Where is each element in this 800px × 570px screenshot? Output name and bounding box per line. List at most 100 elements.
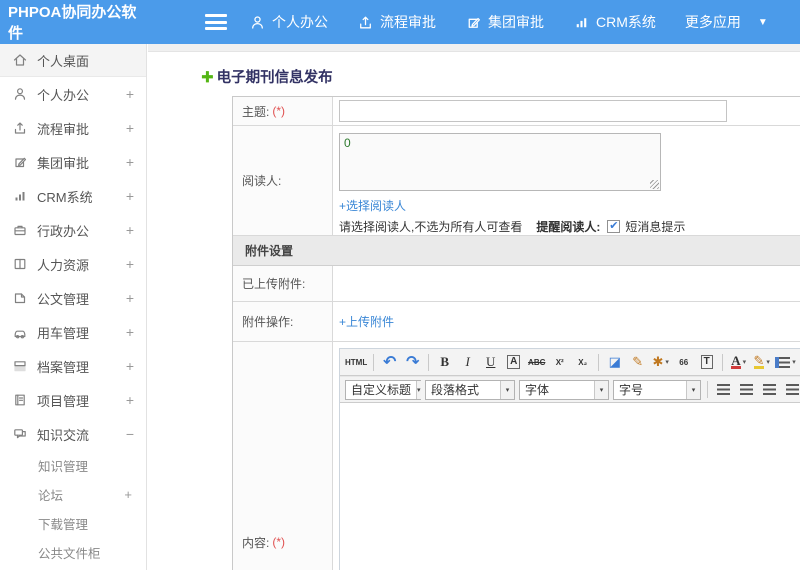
sidebar-subitem-1[interactable]: 论坛 +: [0, 480, 146, 509]
expand-icon[interactable]: +: [126, 120, 134, 136]
menu-toggle-button[interactable]: [205, 14, 227, 30]
person-icon: [12, 86, 28, 102]
expand-icon[interactable]: +: [126, 324, 134, 340]
topnav-label: 更多应用: [684, 14, 741, 30]
sidebar-item-7[interactable]: 公文管理 +: [0, 281, 146, 315]
font-color-button[interactable]: A ▾: [728, 352, 749, 373]
eraser-button[interactable]: ◪: [604, 352, 625, 373]
sidebar-item-9[interactable]: 档案管理 +: [0, 349, 146, 383]
select-readers-link[interactable]: +选择阅读人: [339, 197, 406, 214]
italic-button[interactable]: I: [457, 352, 478, 373]
html-source-button[interactable]: HTML: [344, 352, 368, 373]
undo-button[interactable]: ↶: [379, 352, 400, 373]
font-family-select[interactable]: 字体 ▾: [519, 379, 609, 400]
paste-text-button[interactable]: T: [696, 352, 717, 373]
dropdown-caret-icon: ▾: [742, 359, 747, 366]
topnav-item-1[interactable]: 流程审批: [357, 12, 436, 32]
bold-button[interactable]: B: [434, 352, 455, 373]
sidebar-item-2[interactable]: 流程审批 +: [0, 111, 146, 145]
expand-icon[interactable]: +: [126, 392, 134, 408]
font-size-select[interactable]: 字号 ▾: [613, 379, 701, 400]
expand-icon[interactable]: +: [126, 188, 134, 204]
paste-text-icon: T: [700, 355, 713, 369]
sidebar-item-0[interactable]: 个人桌面: [0, 44, 146, 77]
justify-button[interactable]: [782, 379, 800, 400]
sidebar-subitem-0[interactable]: 知识管理: [0, 451, 146, 480]
sidebar-item-6[interactable]: 人力资源 +: [0, 247, 146, 281]
align-center-button[interactable]: [736, 379, 757, 400]
attachment-action-row: 附件操作: +上传附件: [233, 302, 800, 342]
sidebar-item-3[interactable]: 集团审批 +: [0, 145, 146, 179]
resize-grip-icon[interactable]: [650, 180, 659, 189]
subject-row: 主题: (*): [233, 97, 800, 126]
sidebar-item-8[interactable]: 用车管理 +: [0, 315, 146, 349]
highlight-color-button[interactable]: ✎ ▾: [751, 352, 772, 373]
collapse-icon[interactable]: −: [126, 426, 134, 442]
custom-title-select[interactable]: 自定义标题 ▾: [345, 379, 421, 400]
sidebar-subitem-3[interactable]: 公共文件柜: [0, 538, 146, 567]
flow-icon: [12, 120, 28, 136]
align-left-icon: [717, 384, 730, 395]
sidebar-subitem-2[interactable]: 下载管理: [0, 509, 146, 538]
paragraph-format-select[interactable]: 段落格式 ▾: [425, 379, 515, 400]
sidebar-item-11[interactable]: 知识交流 −: [0, 417, 146, 451]
toolbar-separator: [707, 381, 708, 398]
uploaded-attachments-label: 已上传附件:: [242, 277, 306, 291]
topnav-item-2[interactable]: 集团审批: [465, 12, 544, 32]
editor-canvas[interactable]: [340, 403, 800, 570]
expand-icon[interactable]: +: [126, 222, 134, 238]
content-top-strip: [148, 44, 800, 52]
sidebar-subitem-label: 下载管理: [38, 518, 89, 532]
sms-remind-label: 短消息提示: [625, 220, 686, 234]
sidebar-item-label: 公文管理: [37, 291, 90, 307]
expand-icon[interactable]: +: [124, 487, 132, 502]
book-icon: [12, 256, 28, 272]
sidebar-item-10[interactable]: 项目管理 +: [0, 383, 146, 417]
subject-input[interactable]: [339, 100, 727, 122]
upload-attachment-link[interactable]: +上传附件: [339, 313, 394, 330]
sidebar-item-1[interactable]: 个人办公 +: [0, 77, 146, 111]
subject-label-cell: 主题: (*): [233, 97, 333, 125]
strikethrough-icon: ABC: [528, 357, 546, 367]
ordered-list-button[interactable]: ▾: [774, 352, 797, 373]
blockquote-button[interactable]: 66: [673, 352, 694, 373]
plus-icon: ✚: [201, 68, 214, 86]
sidebar-item-label: 档案管理: [37, 359, 90, 375]
edit-icon: [465, 14, 482, 31]
align-right-button[interactable]: [759, 379, 780, 400]
dropdown-caret-icon: ▾: [792, 359, 796, 366]
auto-typeset-button[interactable]: ✱ ▾: [650, 352, 671, 373]
expand-icon[interactable]: +: [126, 290, 134, 306]
topnav-item-3[interactable]: CRM系统: [573, 12, 656, 32]
expand-icon[interactable]: +: [126, 86, 134, 102]
topnav-label: 流程审批: [380, 14, 436, 30]
toolbar-separator: [722, 353, 724, 371]
font-border-icon: A: [507, 355, 521, 369]
top-nav: 个人办公 流程审批 集团审批 CRM系统 更多应用: [249, 12, 770, 32]
content-required-mark: (*): [272, 535, 286, 549]
sidebar-item-5[interactable]: 行政办公 +: [0, 213, 146, 247]
readers-label-cell: 阅读人:: [233, 126, 333, 235]
superscript-button[interactable]: X²: [549, 352, 570, 373]
sms-remind-checkbox[interactable]: ✔: [607, 220, 621, 233]
topnav-item-0[interactable]: 个人办公: [249, 12, 328, 32]
expand-icon[interactable]: +: [126, 154, 134, 170]
readers-textarea[interactable]: 0: [339, 133, 661, 191]
topnav-item-4[interactable]: 更多应用: [685, 12, 741, 32]
underline-button[interactable]: U: [480, 352, 501, 373]
more-apps-caret-icon[interactable]: ▼: [758, 17, 768, 28]
font-border-button[interactable]: A: [503, 352, 524, 373]
content-label-cell: 内容: (*): [233, 342, 333, 570]
subscript-button[interactable]: X₂: [572, 352, 593, 373]
format-brush-button[interactable]: ✎: [627, 352, 648, 373]
expand-icon[interactable]: +: [126, 256, 134, 272]
sidebar-item-4[interactable]: CRM系统 +: [0, 179, 146, 213]
align-left-button[interactable]: [713, 379, 734, 400]
custom-title-select-value: 自定义标题: [351, 383, 412, 397]
dropdown-caret-icon: ▾: [665, 359, 669, 366]
expand-icon[interactable]: +: [126, 358, 134, 374]
strikethrough-button[interactable]: ABC: [526, 352, 547, 373]
readers-row: 阅读人: 0 +选择阅读人 请选择阅读人,不选为所有人可查看 提醒阅读人: ✔ …: [233, 126, 800, 236]
sidebar-item-label: 项目管理: [37, 393, 90, 409]
redo-button[interactable]: ↷: [402, 352, 423, 373]
